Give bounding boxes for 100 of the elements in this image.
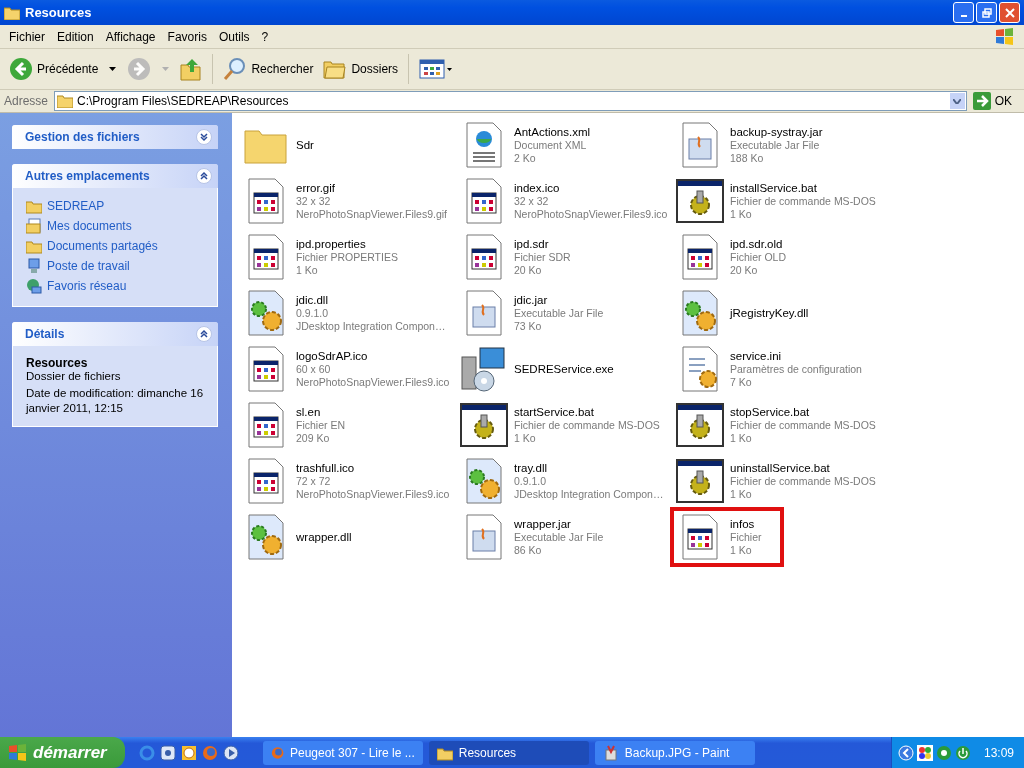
file-item[interactable]: sl.en Fichier EN 209 Ko <box>242 401 345 449</box>
file-item[interactable]: SEDREService.exe <box>460 345 614 393</box>
file-detail: NeroPhotoSnapViewer.Files9.ico <box>296 487 450 501</box>
taskbar-button[interactable]: Resources <box>428 740 589 765</box>
file-name[interactable]: SEDREService.exe <box>514 362 614 376</box>
file-name[interactable]: AntActions.xml <box>514 125 591 139</box>
caret-icon[interactable] <box>109 67 117 71</box>
chevron-icon[interactable] <box>196 129 212 145</box>
place-link[interactable]: Mes documents <box>47 219 132 233</box>
file-name[interactable]: index.ico <box>514 181 668 195</box>
windows-logo-icon <box>8 743 28 762</box>
power-icon[interactable] <box>954 744 971 761</box>
file-item[interactable]: service.ini Paramètres de configuration 7 Ko <box>676 345 862 393</box>
chevron-icon[interactable] <box>196 168 212 184</box>
file-name[interactable]: uninstallService.bat <box>730 461 876 475</box>
file-detail: 0.9.1.0 <box>296 306 330 320</box>
place-link[interactable]: Documents partagés <box>47 239 158 253</box>
file-item[interactable]: error.gif 32 x 32 NeroPhotoSnapViewer.Files9.gif <box>242 177 447 225</box>
file-item[interactable]: logoSdrAP.ico 60 x 60 NeroPhotoSnapViewer.Files9.ico <box>242 345 450 393</box>
panel-title[interactable]: Détails <box>25 327 65 341</box>
file-name[interactable]: trashfull.ico <box>296 461 450 475</box>
back-button[interactable]: Précédente <box>6 55 102 83</box>
file-detail: 72 x 72 <box>296 474 332 488</box>
file-name[interactable]: jdic.jar <box>514 293 604 307</box>
file-detail: 32 x 32 <box>514 194 550 208</box>
minimize-button[interactable] <box>953 2 974 23</box>
go-button[interactable]: OK <box>970 92 1020 110</box>
file-name[interactable]: Sdr <box>296 138 314 152</box>
file-item[interactable]: tray.dll 0.9.1.0 JDesktop Integration Compon… <box>460 457 664 505</box>
file-item[interactable]: stopService.bat Fichier de commande MS-DOS 1 Ko <box>676 401 876 449</box>
file-name[interactable]: ipd.sdr <box>514 237 571 251</box>
restore-button[interactable] <box>976 2 997 23</box>
file-item[interactable]: index.ico 32 x 32 NeroPhotoSnapViewer.Files9.ico <box>460 177 668 225</box>
file-name[interactable]: wrapper.jar <box>514 517 604 531</box>
menu-item[interactable]: Outils <box>212 29 256 44</box>
file-name[interactable]: stopService.bat <box>730 405 876 419</box>
file-name[interactable]: jdic.dll <box>296 293 446 307</box>
flower-icon[interactable] <box>916 744 933 761</box>
menu-item[interactable]: Edition <box>51 29 100 44</box>
folders-button[interactable]: Dossiers <box>320 56 402 82</box>
file-item[interactable]: ipd.sdr.old Fichier OLD 20 Ko <box>676 233 786 281</box>
installer-icon[interactable] <box>460 345 508 393</box>
file-detail: JDesktop Integration Compon… <box>296 319 446 333</box>
file-item[interactable]: wrapper.jar Executable Jar File 86 Ko <box>460 513 604 561</box>
file-name[interactable]: logoSdrAP.ico <box>296 349 450 363</box>
place-link[interactable]: SEDREAP <box>47 199 105 213</box>
file-item[interactable]: AntActions.xml Document XML 2 Ko <box>460 121 591 169</box>
views-icon <box>419 58 454 80</box>
search-button[interactable]: Rechercher <box>220 55 317 83</box>
window-title: Resources <box>25 5 93 20</box>
clock-icon[interactable] <box>180 744 197 761</box>
file-item[interactable]: startService.bat Fichier de commande MS-DOS 1 Ko <box>460 401 660 449</box>
file-name[interactable]: jRegistryKey.dll <box>730 306 809 320</box>
gear-window-icon[interactable] <box>676 401 724 449</box>
file-name[interactable]: tray.dll <box>514 461 664 475</box>
file-item[interactable]: wrapper.dll <box>242 513 352 561</box>
file-name[interactable]: ipd.sdr.old <box>730 237 786 251</box>
dropdown-button[interactable] <box>949 93 965 109</box>
media-player-icon[interactable] <box>222 744 239 761</box>
file-item[interactable]: backup-systray.jar Executable Jar File 188 Ko <box>676 121 823 169</box>
file-detail: Fichier de commande MS-DOS <box>730 418 876 432</box>
folders-icon <box>323 58 348 80</box>
file-name[interactable]: sl.en <box>296 405 345 419</box>
file-item[interactable]: infos Fichier 1 Ko <box>670 507 784 567</box>
file-name[interactable]: backup-systray.jar <box>730 125 823 139</box>
file-item[interactable]: jdic.dll 0.9.1.0 JDesktop Integration Compon… <box>242 289 446 337</box>
file-name[interactable]: wrapper.dll <box>296 530 352 544</box>
file-detail: 0.9.1.0 <box>514 474 548 488</box>
taskbar-button[interactable]: Backup.JPG - Paint <box>594 740 755 765</box>
gear-window-icon[interactable] <box>460 401 508 449</box>
close-button[interactable] <box>999 2 1020 23</box>
chevron-icon[interactable] <box>196 326 212 342</box>
file-item[interactable]: ipd.sdr Fichier SDR 20 Ko <box>460 233 571 281</box>
shortcut-icon[interactable] <box>159 744 176 761</box>
file-name[interactable]: installService.bat <box>730 181 876 195</box>
file-name[interactable]: infos <box>730 517 762 531</box>
file-item[interactable]: Sdr <box>242 121 314 169</box>
place-link[interactable]: Favoris réseau <box>47 279 127 293</box>
menu-item[interactable]: Fichier <box>3 29 51 44</box>
file-detail: 1 Ko <box>514 431 537 445</box>
file-item[interactable]: installService.bat Fichier de commande MS-DOS 1 Ko <box>676 177 876 225</box>
gear-window-icon[interactable] <box>676 457 724 505</box>
place-link[interactable]: Poste de travail <box>47 259 130 273</box>
menu-item[interactable]: Favoris <box>161 29 213 44</box>
menu-item[interactable]: ? <box>255 29 275 44</box>
taskbar-button[interactable]: Peugeot 307 - Lire le ... <box>262 740 423 765</box>
file-name[interactable]: error.gif <box>296 181 447 195</box>
menu-item[interactable]: Affichage <box>99 29 162 44</box>
file-name[interactable]: service.ini <box>730 349 862 363</box>
gear-window-icon[interactable] <box>676 177 724 225</box>
file-item[interactable]: jdic.jar Executable Jar File 73 Ko <box>460 289 604 337</box>
file-name[interactable]: startService.bat <box>514 405 660 419</box>
file-item[interactable]: uninstallService.bat Fichier de commande MS-DOS 1 Ko <box>676 457 876 505</box>
file-detail: 60 x 60 <box>296 362 332 376</box>
file-item[interactable]: trashfull.ico 72 x 72 NeroPhotoSnapViewer.Files9.ico <box>242 457 450 505</box>
file-item[interactable]: jRegistryKey.dll <box>676 289 809 337</box>
address-field[interactable]: C:\Program Files\SEDREAP\Resources <box>54 91 967 111</box>
file-name[interactable]: ipd.properties <box>296 237 398 251</box>
ring-icon[interactable] <box>935 744 952 761</box>
file-item[interactable]: ipd.properties Fichier PROPERTIES 1 Ko <box>242 233 398 281</box>
